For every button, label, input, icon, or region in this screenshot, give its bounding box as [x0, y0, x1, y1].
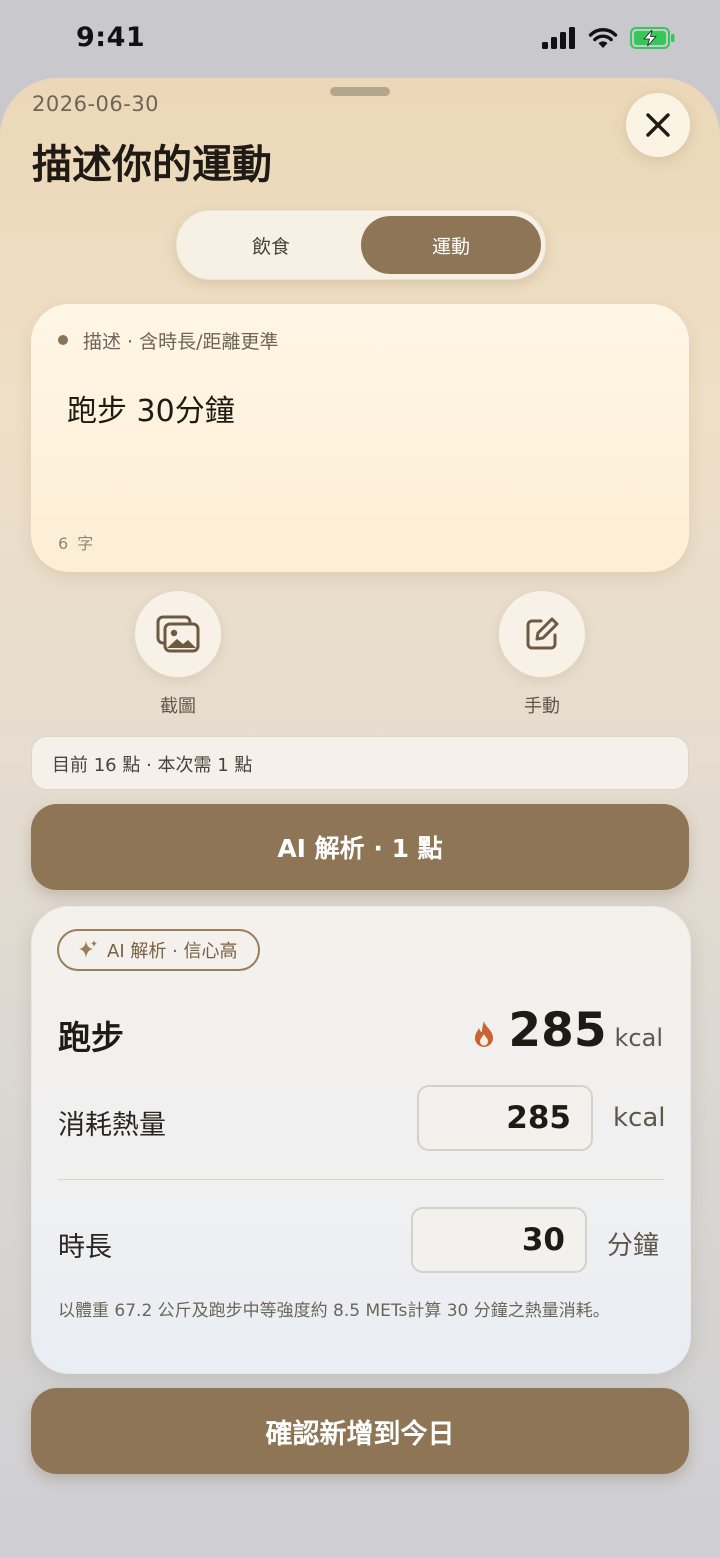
wifi-icon	[588, 28, 618, 48]
duration-label: 時長	[58, 1232, 112, 1263]
points-info-bar: 目前 16 點 · 本次需 1 點	[31, 736, 689, 790]
row-divider	[58, 1179, 664, 1180]
description-input-card[interactable]: 描述 · 含時長/距離更準 跑步 30分鐘 6 字	[31, 304, 689, 572]
photos-icon	[156, 615, 200, 653]
tab-exercise[interactable]: 運動	[361, 216, 541, 274]
confidence-badge: AI 解析 · 信心高	[57, 929, 260, 971]
status-bar: 9:41	[0, 0, 720, 80]
calories-label: 消耗熱量	[58, 1110, 166, 1141]
battery-charging-icon	[630, 27, 675, 49]
calculation-note: 以體重 67.2 公斤及跑步中等強度約 8.5 METs計算 30 分鐘之熱量消…	[58, 1301, 610, 1321]
screenshot-tool[interactable]: 截圖	[133, 590, 223, 718]
description-input[interactable]: 跑步 30分鐘	[67, 386, 235, 430]
mode-segmented-control: 飲食 運動	[176, 210, 546, 280]
screenshot-label: 截圖	[160, 696, 196, 717]
sparkle-icon	[79, 940, 97, 958]
sheet-grabber[interactable]	[330, 87, 390, 96]
kcal-unit: kcal	[614, 1024, 663, 1052]
tab-food[interactable]: 飲食	[181, 216, 361, 274]
kcal-value: 285	[508, 1003, 607, 1058]
hint-dot	[58, 335, 68, 345]
manual-tool[interactable]: 手動	[497, 590, 587, 718]
edit-icon	[526, 617, 559, 650]
calories-field[interactable]: 285	[417, 1085, 593, 1151]
screenshot-button[interactable]	[134, 590, 222, 678]
kcal-summary: 285 kcal	[472, 1003, 663, 1058]
analysis-result-card: AI 解析 · 信心高 跑步 285 kcal 消耗熱量 285 kcal 時長…	[31, 906, 691, 1374]
page-title: 描述你的運動	[32, 142, 272, 188]
points-text: 目前 16 點 · 本次需 1 點	[52, 755, 253, 776]
manual-label: 手動	[524, 696, 560, 717]
confidence-badge-label: AI 解析 · 信心高	[107, 941, 238, 962]
date-label: 2026-06-30	[32, 92, 160, 116]
cellular-signal-icon	[542, 27, 575, 49]
duration-unit: 分鐘	[607, 1231, 660, 1261]
exercise-sheet: 2026-06-30 描述你的運動 飲食 運動 描述 · 含時長/距離更準 跑步…	[0, 78, 720, 1557]
description-hint: 描述 · 含時長/距離更準	[83, 331, 279, 353]
ai-analyze-button[interactable]: AI 解析 · 1 點	[31, 804, 689, 890]
duration-field[interactable]: 30	[411, 1207, 587, 1273]
flame-icon	[475, 1020, 494, 1047]
manual-button[interactable]	[498, 590, 586, 678]
confirm-add-button[interactable]: 確認新增到今日	[31, 1388, 689, 1474]
calories-unit: kcal	[613, 1103, 666, 1133]
status-icons	[542, 27, 676, 49]
status-time: 9:41	[76, 22, 146, 53]
close-button[interactable]	[626, 93, 690, 157]
char-count: 6 字	[58, 534, 96, 553]
activity-name: 跑步	[58, 1018, 124, 1057]
close-icon	[646, 113, 670, 137]
